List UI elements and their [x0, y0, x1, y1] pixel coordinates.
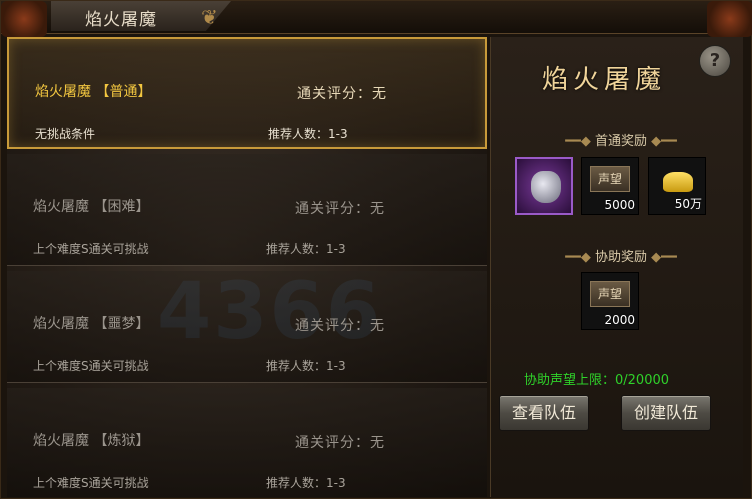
recommended-players: 推荐人数：1-3	[266, 359, 346, 373]
reputation-icon[interactable]: 声望 5000	[581, 157, 639, 215]
challenge-condition: 无挑战条件	[35, 127, 96, 141]
title-bar: 焰火屠魔 ❦	[1, 1, 752, 37]
bag-shape	[531, 171, 561, 203]
challenge-condition: 上个难度S通关可挑战	[33, 476, 149, 490]
difficulty-row-normal[interactable]: 焰火屠魔 【普通】 通关评分：无 无挑战条件 推荐人数：1-3	[7, 37, 487, 149]
difficulty-row-purgatory[interactable]: 焰火屠魔 【炼狱】 通关评分：无 上个难度S通关可挑战 推荐人数：1-3	[7, 388, 487, 497]
item-bag-icon[interactable]	[515, 157, 573, 215]
recommended-players: 推荐人数：1-3	[268, 127, 348, 141]
recommended-players: 推荐人数：1-3	[266, 242, 346, 256]
help-button[interactable]: ?	[699, 45, 731, 77]
swirl-ornament-icon: ❦	[201, 5, 218, 29]
difficulty-row-hard[interactable]: 焰火屠魔 【困难】 通关评分：无 上个难度S通关可挑战 推荐人数：1-3	[7, 154, 487, 266]
dragon-ornament-icon	[1, 1, 47, 37]
difficulty-row-nightmare[interactable]: 焰火屠魔 【噩梦】 通关评分：无 上个难度S通关可挑战 推荐人数：1-3	[7, 271, 487, 383]
reward-quantity: 50万	[674, 197, 702, 211]
view-team-button[interactable]: 查看队伍	[499, 395, 589, 431]
clear-score: 通关评分：无	[295, 435, 385, 451]
divider-ornament-icon: ━━◆	[565, 250, 595, 265]
clear-score: 通关评分：无	[295, 318, 385, 334]
reward-quantity: 2000	[604, 313, 635, 327]
assist-heading: ━━◆ 协助奖励 ◆━━	[521, 246, 721, 265]
recommended-players: 推荐人数：1-3	[266, 476, 346, 490]
gold-ingot-icon[interactable]: 50万	[648, 157, 706, 215]
difficulty-name: 焰火屠魔 【困难】	[33, 199, 150, 215]
reputation-icon[interactable]: 声望 2000	[581, 272, 639, 330]
assist-label: 协助奖励	[594, 250, 647, 265]
reputation-label: 声望	[590, 281, 630, 307]
detail-title: 焰火屠魔	[542, 65, 667, 95]
ingot-shape	[663, 172, 693, 192]
clear-score: 通关评分：无	[297, 86, 387, 102]
reputation-label: 声望	[590, 166, 630, 192]
challenge-condition: 上个难度S通关可挑战	[33, 242, 149, 256]
first-clear-heading: ━━◆ 首通奖励 ◆━━	[521, 130, 721, 149]
create-team-button[interactable]: 创建队伍	[621, 395, 711, 431]
reward-quantity: 5000	[604, 198, 635, 212]
clear-score: 通关评分：无	[295, 201, 385, 217]
divider-ornament-icon: ◆━━	[647, 134, 677, 149]
dungeon-window: 焰火屠魔 ❦ 4366 焰火屠魔 【普通】 通关评分：无 无挑战条件 推荐人数：…	[0, 0, 752, 499]
challenge-condition: 上个难度S通关可挑战	[33, 359, 149, 373]
window-title: 焰火屠魔	[85, 10, 157, 30]
difficulty-list[interactable]: 4366 焰火屠魔 【普通】 通关评分：无 无挑战条件 推荐人数：1-3 焰火屠…	[7, 37, 487, 497]
dragon-ornament-icon	[707, 1, 752, 37]
difficulty-name: 焰火屠魔 【普通】	[35, 84, 152, 100]
first-clear-label: 首通奖励	[594, 134, 647, 149]
divider-ornament-icon: ━━◆	[565, 134, 595, 149]
divider-ornament-icon: ◆━━	[647, 250, 677, 265]
difficulty-name: 焰火屠魔 【炼狱】	[33, 433, 150, 449]
assist-reputation-limit: 协助声望上限：0/20000	[524, 373, 670, 388]
difficulty-name: 焰火屠魔 【噩梦】	[33, 316, 150, 332]
